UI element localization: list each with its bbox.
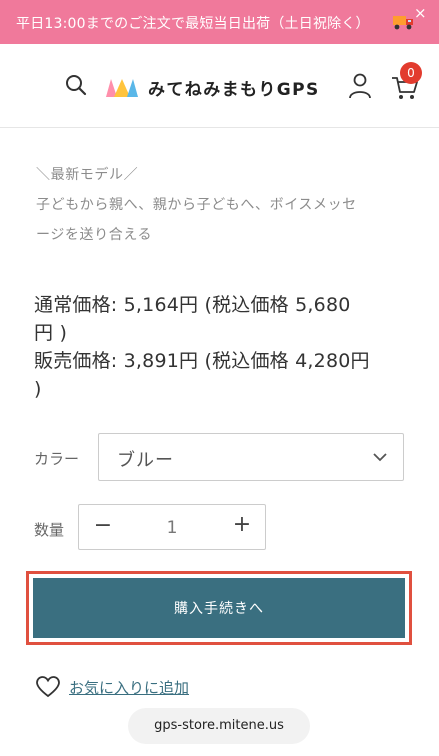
logo-text[interactable]: みてねみまもりGPS [148,75,320,100]
announcement-banner: 平日13:00までのご注文で最短当日出荷（土日祝除く） × [0,0,439,44]
truck-icon [393,16,413,30]
color-label: カラー [34,450,80,468]
site-header: みてねみまもりGPS 0 [0,44,439,128]
quantity-label: 数量 [34,521,65,539]
sale-price-cont: ) [34,378,42,400]
search-icon[interactable] [64,73,88,97]
quantity-increase-button[interactable]: + [231,512,253,537]
quantity-input[interactable]: 1 [139,518,205,538]
cart-count-badge: 0 [400,62,422,84]
heart-icon[interactable] [36,676,60,698]
quantity-stepper: − 1 + [78,504,266,550]
banner-text: 平日13:00までのご注文で最短当日出荷（土日祝除く） [16,16,370,32]
add-to-wishlist-link[interactable]: お気に入りに追加 [69,677,189,698]
product-tagline: ＼最新モデル／ 子どもから親へ、親から子どもへ、ボイスメッセ ージを送り合える [36,160,406,250]
regular-price-cont: 円 ) [34,322,68,344]
regular-price: 通常価格: 5,164円 (税込価格 5,680 [34,294,351,316]
logo-icon [106,79,138,97]
chevron-down-icon [373,453,387,462]
close-icon[interactable]: × [414,4,427,22]
tagline-description-cont: ージを送り合える [36,227,153,243]
tagline-description: 子どもから親へ、親から子どもへ、ボイスメッセ [36,197,357,213]
tagline-model: ＼最新モデル／ [36,167,139,183]
color-select[interactable]: ブルー [98,433,404,481]
sale-price: 販売価格: 3,891円 (税込価格 4,280円 [34,350,370,372]
checkout-button[interactable]: 購入手続きへ [33,578,405,638]
color-selected-value: ブルー [117,450,174,471]
user-icon[interactable] [348,73,372,99]
quantity-decrease-button[interactable]: − [92,513,114,538]
price-block: 通常価格: 5,164円 (税込価格 5,680 円 ) 販売価格: 3,891… [34,291,414,403]
browser-url-pill[interactable]: gps-store.mitene.us [128,708,310,744]
